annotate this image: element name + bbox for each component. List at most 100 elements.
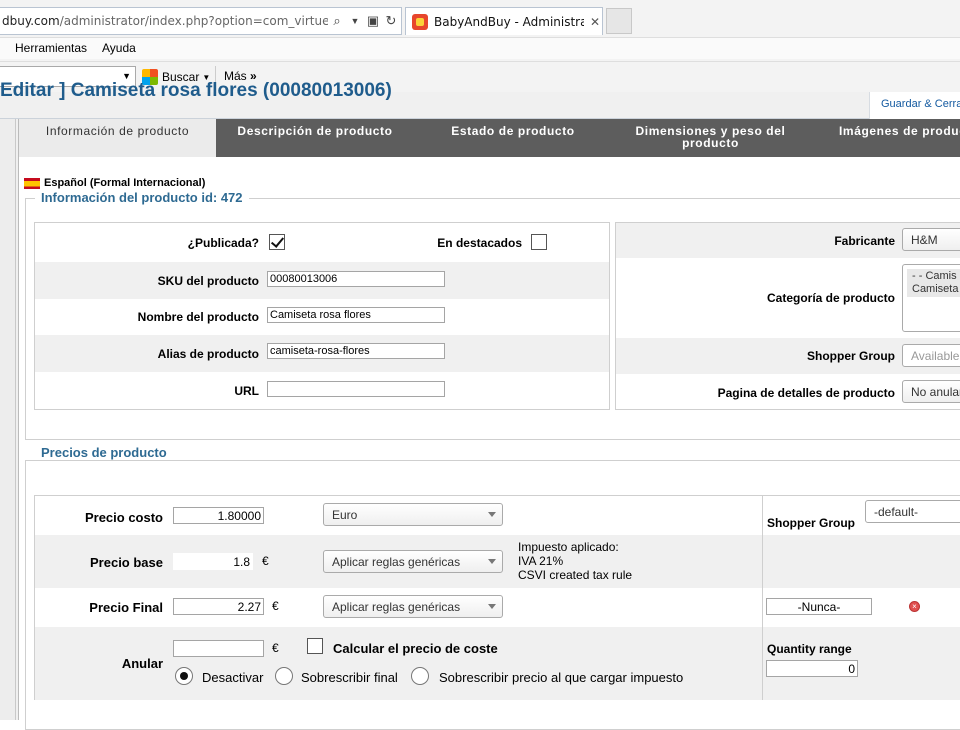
browser-tab[interactable]: BabyAndBuy - Administraci... ✕ <box>405 7 603 35</box>
sku-row: SKU del producto 00080013006 <box>35 262 609 299</box>
alias-input[interactable]: camiseta-rosa-flores <box>267 343 445 359</box>
quantity-input[interactable]: 0 <box>766 660 858 677</box>
final-euro-symbol: € <box>272 599 279 613</box>
admin-page: Editar ] Camiseta rosa flores (000800130… <box>0 80 960 730</box>
save-close-button[interactable]: Guardar & Cerrar <box>869 92 960 119</box>
manufacturer-select[interactable]: H&M <box>902 228 960 251</box>
shopper-group-row: Shopper Group Available f <box>616 338 960 374</box>
address-bar[interactable]: dbuy.com/administrator/index.php?option=… <box>0 7 402 35</box>
radio-deactivate-label: Desactivar <box>202 670 264 685</box>
menu-herramientas[interactable]: Herramientas <box>15 41 87 55</box>
quantity-label: Quantity range <box>767 642 852 656</box>
language-indicator: Español (Formal Internacional) <box>24 177 205 189</box>
sku-label: SKU del producto <box>157 274 259 288</box>
base-rule-select[interactable]: Aplicar reglas genéricas <box>323 550 503 573</box>
tab-product-status[interactable]: Estado de producto <box>414 119 612 157</box>
language-label: Español (Formal Internacional) <box>44 177 206 189</box>
base-euro-symbol: € <box>262 554 269 568</box>
product-info-legend: Información del producto id: 472 <box>35 190 249 205</box>
cost-price-row: Precio costo 1.80000 Euro <box>35 496 764 535</box>
tab-product-description[interactable]: Descripción de producto <box>216 119 414 157</box>
featured-label: En destacados <box>437 236 522 250</box>
main-content: Información de producto Descripción de p… <box>18 119 960 730</box>
search-icon[interactable]: ⌕ <box>328 13 346 29</box>
radio-deactivate[interactable] <box>175 667 193 685</box>
product-info-right: Fabricante H&M Categoría de producto - -… <box>615 222 960 410</box>
close-tab-icon[interactable]: ✕ <box>590 15 600 29</box>
chevron-down-icon <box>488 604 496 609</box>
chevron-down-icon <box>488 559 496 564</box>
new-tab-button[interactable] <box>606 8 632 34</box>
name-label: Nombre del producto <box>137 310 259 324</box>
prices-table: Precio costo 1.80000 Euro Precio base 1.… <box>34 495 764 700</box>
chevron-down-icon <box>488 512 496 517</box>
product-info-left: ¿Publicada? En destacados SKU del produc… <box>34 222 610 410</box>
calc-cost-label: Calcular el precio de coste <box>333 641 498 656</box>
tab-product-images[interactable]: Imágenes de producto <box>809 119 960 157</box>
name-input[interactable]: Camiseta rosa flores <box>267 307 445 323</box>
alias-row: Alias de producto camiseta-rosa-flores <box>35 335 609 372</box>
override-input[interactable] <box>173 640 264 657</box>
final-price-label: Precio Final <box>89 600 163 615</box>
base-price-label: Precio base <box>90 555 163 570</box>
base-price-input[interactable]: 1.8 <box>173 553 253 570</box>
prices-legend: Precios de producto <box>35 445 173 460</box>
product-tabs: Información de producto Descripción de p… <box>19 119 960 157</box>
shopper-group-input[interactable]: Available f <box>902 344 960 367</box>
left-sidebar <box>0 119 16 720</box>
url-row: URL <box>35 372 609 409</box>
radio-override-final[interactable] <box>275 667 293 685</box>
manufacturer-label: Fabricante <box>834 234 895 248</box>
tab-product-dimensions[interactable]: Dimensiones y peso del producto <box>612 119 809 157</box>
radio-override-final-label: Sobrescribir final <box>301 670 398 685</box>
address-url[interactable]: dbuy.com/administrator/index.php?option=… <box>0 14 328 28</box>
url-input[interactable] <box>267 381 445 397</box>
override-euro-symbol: € <box>272 641 279 655</box>
page-title: Editar ] Camiseta rosa flores (000800130… <box>0 80 392 101</box>
cost-price-label: Precio costo <box>84 510 163 525</box>
radio-override-pretax-label: Sobrescribir precio al que cargar impues… <box>439 670 684 685</box>
quantity-row: Quantity range 0 <box>763 627 960 700</box>
tax-applied-info: Impuesto aplicado: IVA 21% CSVI created ta… <box>518 540 633 582</box>
spain-flag-icon <box>24 177 40 189</box>
price-shopper-select[interactable]: -default- <box>865 500 960 523</box>
category-label: Categoría de producto <box>766 291 895 305</box>
manufacturer-row: Fabricante H&M <box>616 223 960 258</box>
final-rule-select[interactable]: Aplicar reglas genéricas <box>323 595 503 618</box>
published-label: ¿Publicada? <box>187 236 259 250</box>
browser-chrome: dbuy.com/administrator/index.php?option=… <box>0 0 960 92</box>
menu-ayuda[interactable]: Ayuda <box>102 41 136 55</box>
menu-bar: Herramientas Ayuda <box>0 37 960 59</box>
calc-cost-checkbox[interactable] <box>307 638 323 654</box>
radio-override-pretax[interactable] <box>411 667 429 685</box>
currency-select[interactable]: Euro <box>323 503 503 526</box>
base-price-row: Precio base 1.8 € Aplicar reglas genéric… <box>35 535 764 588</box>
side-blank-row <box>763 535 960 588</box>
never-date-input[interactable]: -Nunca- <box>766 598 872 615</box>
featured-checkbox[interactable] <box>531 234 547 250</box>
details-page-select[interactable]: No anular <box>902 380 960 403</box>
published-row: ¿Publicada? En destacados <box>35 223 609 262</box>
name-row: Nombre del producto Camiseta rosa flores <box>35 299 609 335</box>
clear-date-icon[interactable]: × <box>909 601 920 612</box>
tab-title: BabyAndBuy - Administraci... <box>434 14 584 29</box>
refresh-icon[interactable]: ↻ <box>382 13 400 29</box>
category-row: Categoría de producto - - Camis Camiseta <box>616 258 960 338</box>
final-price-row: Precio Final 2.27 € Aplicar reglas genér… <box>35 588 764 627</box>
dropdown-arrow-icon[interactable]: ▼ <box>346 16 364 26</box>
category-selected-item[interactable]: - - Camis Camiseta <box>907 269 960 297</box>
final-price-input[interactable]: 2.27 <box>173 598 264 615</box>
sku-input[interactable]: 00080013006 <box>267 271 445 287</box>
price-shopper-row: Shopper Group -default- <box>763 496 960 535</box>
site-favicon-icon <box>412 13 428 30</box>
category-multiselect[interactable]: - - Camis Camiseta <box>902 264 960 332</box>
details-page-row: Pagina de detalles de producto No anular <box>616 374 960 410</box>
cost-price-input[interactable]: 1.80000 <box>173 507 264 524</box>
override-label: Anular <box>121 656 163 671</box>
tab-product-info[interactable]: Información de producto <box>19 119 216 157</box>
price-shopper-label: Shopper Group <box>767 516 855 530</box>
never-row: -Nunca- × <box>763 588 960 627</box>
published-checkbox[interactable] <box>269 234 285 250</box>
compat-view-icon[interactable]: ▣ <box>364 13 382 29</box>
url-label: URL <box>234 384 259 398</box>
